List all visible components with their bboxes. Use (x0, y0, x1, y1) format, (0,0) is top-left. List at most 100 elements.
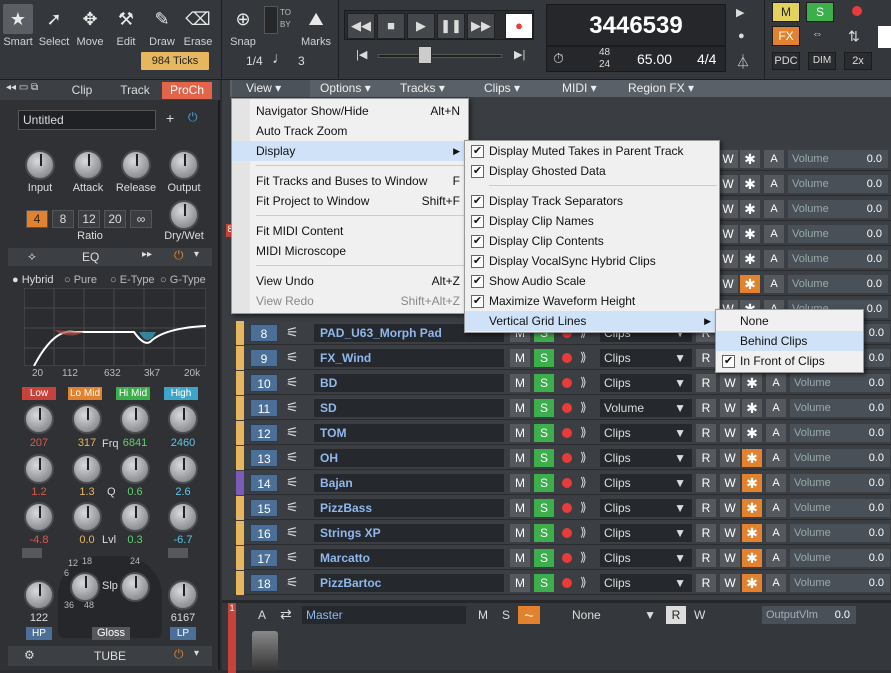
automation-dropdown[interactable]: Clips ▼ (600, 374, 692, 392)
input-echo-icon[interactable]: ⟫ (580, 475, 587, 489)
read-button[interactable]: W (718, 275, 738, 293)
volume-envelope[interactable]: Volume0.0 (790, 399, 890, 417)
record-arm-icon[interactable] (562, 478, 572, 488)
automation-dropdown[interactable]: Clips ▼ (600, 449, 692, 467)
track-row[interactable]: 15 ⚟ PizzBass M S ⟫ Clips ▼ R W ✱ A Volume 0.0 (234, 496, 891, 520)
record-arm-icon[interactable] (562, 378, 572, 388)
solo-button[interactable]: S (534, 474, 554, 492)
track-number[interactable]: 8 (250, 324, 278, 342)
pause-icon[interactable]: ❚❚ (437, 13, 465, 39)
marks-value[interactable]: 3 (298, 54, 305, 68)
lomid-q-knob[interactable] (72, 502, 102, 532)
power-icon[interactable]: ⏻ (188, 110, 198, 125)
select-tool-button[interactable]: ➚ Select (36, 2, 72, 50)
volume-envelope[interactable]: Volume0.0 (790, 449, 890, 467)
low-freq-knob[interactable] (24, 404, 54, 434)
drywet-knob[interactable] (169, 200, 199, 230)
mute-button[interactable]: M (510, 574, 530, 592)
volume-envelope[interactable]: Volume0.0 (790, 424, 890, 442)
mute-all-button[interactable]: M (772, 2, 800, 22)
menu-region-fx[interactable]: Region FX ▾ (628, 80, 718, 97)
read-button[interactable]: W (718, 175, 738, 193)
solo-all-button[interactable]: S (806, 2, 834, 22)
ratio-inf-button[interactable]: ∞ (130, 210, 152, 228)
lp-freq-knob[interactable] (168, 580, 198, 610)
waveform-icon[interactable]: ⏦ (518, 606, 540, 624)
tempo-value[interactable]: 65.00 (637, 51, 672, 67)
record-arm-icon[interactable] (562, 578, 572, 588)
input-knob[interactable] (25, 150, 55, 180)
track-number[interactable]: 11 (250, 399, 278, 417)
record-arm-icon[interactable] (562, 428, 572, 438)
lomid-gain-knob[interactable] (72, 454, 102, 484)
track-name[interactable]: Bajan (314, 474, 504, 492)
mute-button[interactable]: M (510, 499, 530, 517)
himid-freq-knob[interactable] (120, 404, 150, 434)
arm-button[interactable]: A (764, 150, 784, 168)
write-button[interactable]: W (720, 424, 740, 442)
read-button[interactable]: R (696, 349, 716, 367)
pdc-button[interactable]: PDC (772, 52, 800, 70)
draw-tool-button[interactable]: ✎ Draw (144, 2, 180, 50)
automation-dropdown[interactable]: Clips ▼ (600, 349, 692, 367)
ratio-12-button[interactable]: 12 (78, 210, 100, 228)
write-button[interactable]: W (720, 374, 740, 392)
ratio-4-button[interactable]: 4 (26, 210, 48, 228)
track-row[interactable]: 17 ⚟ Marcatto M S ⟫ Clips ▼ R W ✱ A Volume 0.0 (234, 546, 891, 570)
track-name[interactable]: BD (314, 374, 504, 392)
menu-item-midi-microscope[interactable]: MIDI Microscope (232, 241, 468, 261)
track-row[interactable]: 12 ⚟ TOM M S ⟫ Clips ▼ R W ✱ A Volume 0.0 (234, 421, 891, 445)
band-lomid-label[interactable]: Lo Mid (68, 387, 102, 400)
volume-envelope[interactable]: Volume0.0 (788, 250, 888, 268)
write-button[interactable]: W (720, 549, 740, 567)
menu-item-audio-scale[interactable]: ✔ Show Audio Scale (465, 271, 719, 291)
volume-envelope[interactable]: Volume0.0 (790, 499, 890, 517)
volume-envelope[interactable]: Volume0.0 (788, 175, 888, 193)
menu-item-fit-project[interactable]: Fit Project to Window Shift+F (232, 191, 468, 211)
track-name[interactable]: TOM (314, 424, 504, 442)
read-button[interactable]: R (696, 499, 716, 517)
automation-dropdown[interactable]: Clips ▼ (600, 549, 692, 567)
menu-item-auto-track-zoom[interactable]: Auto Track Zoom (232, 121, 468, 141)
read-button[interactable]: R (696, 449, 716, 467)
meter-value[interactable]: 4/4 (697, 51, 716, 67)
record-arm-icon[interactable] (562, 528, 572, 538)
master-output-volume[interactable]: OutputVlm 0.0 (762, 606, 856, 624)
write-button[interactable]: W (720, 499, 740, 517)
gloss-button[interactable]: Gloss (92, 627, 130, 640)
record-arm-icon[interactable] (562, 403, 572, 413)
star-icon[interactable]: ✱ (742, 474, 762, 492)
hp-freq-knob[interactable] (24, 580, 54, 610)
eq-graph[interactable] (24, 288, 206, 366)
master-name-field[interactable]: Master (302, 606, 466, 624)
lp-button[interactable]: LP (170, 627, 196, 640)
read-button[interactable]: R (696, 574, 716, 592)
eq-type-etype[interactable]: ○ E-Type (110, 274, 155, 286)
menu-icon[interactable]: ▾ (194, 249, 199, 260)
track-name[interactable]: SD (314, 399, 504, 417)
record-arm-icon[interactable] (852, 6, 862, 16)
track-number[interactable]: 17 (250, 549, 278, 567)
track-name[interactable]: PizzBass (314, 499, 504, 517)
automation-dropdown[interactable]: Volume ▼ (600, 399, 692, 417)
arm-button[interactable]: A (764, 200, 784, 218)
volume-envelope[interactable]: Volume0.0 (788, 225, 888, 243)
band-low-label[interactable]: Low (22, 387, 56, 400)
input-echo-icon[interactable]: ⟫ (580, 425, 587, 439)
double-button[interactable]: 2x (844, 52, 872, 70)
automation-dropdown[interactable]: Clips ▼ (600, 574, 692, 592)
master-solo-button[interactable]: S (502, 608, 510, 622)
star-icon[interactable]: ✱ (742, 499, 762, 517)
record-icon[interactable]: ● (505, 13, 533, 39)
input-echo-icon[interactable]: ⟫ (580, 350, 587, 364)
star-icon[interactable]: ✱ (742, 374, 762, 392)
mute-button[interactable]: M (510, 374, 530, 392)
position-slider[interactable] (378, 54, 502, 58)
position-slider-thumb[interactable] (418, 46, 432, 64)
menu-item-maximize-waveform[interactable]: ✔ Maximize Waveform Height (465, 291, 719, 311)
high-q-knob[interactable] (168, 502, 198, 532)
read-button[interactable]: W (718, 225, 738, 243)
tab-prochannel[interactable]: ProCh (162, 82, 212, 99)
arm-button[interactable]: A (766, 374, 786, 392)
record-arm-icon[interactable] (562, 353, 572, 363)
